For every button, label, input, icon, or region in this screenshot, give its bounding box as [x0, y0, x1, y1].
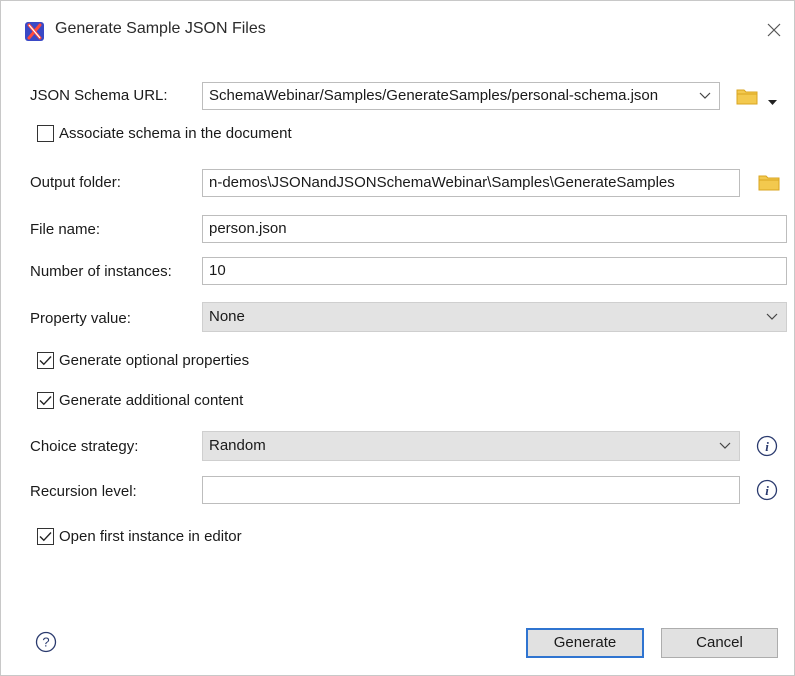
choice-strategy-info-icon[interactable]: i — [756, 435, 778, 457]
choice-strategy-selected: Random — [209, 437, 266, 454]
svg-text:i: i — [765, 483, 769, 498]
instances-value: 10 — [209, 262, 226, 279]
checkbox-box — [37, 392, 54, 409]
file-name-label: File name: — [30, 221, 101, 238]
output-folder-label: Output folder: — [30, 174, 121, 191]
browse-options-arrow-icon[interactable] — [768, 93, 777, 110]
browse-output-folder-icon[interactable] — [758, 173, 780, 191]
open-first-instance-label: Open first instance in editor — [59, 528, 242, 545]
browse-schema-folder-icon[interactable] — [736, 87, 758, 105]
svg-text:?: ? — [42, 635, 49, 650]
generate-additional-label: Generate additional content — [59, 392, 244, 409]
property-value-select[interactable]: None — [202, 302, 787, 332]
open-first-instance-checkbox[interactable]: Open first instance in editor — [37, 528, 242, 545]
schema-url-combo[interactable]: SchemaWebinar/Samples/GenerateSamples/pe… — [202, 82, 720, 110]
generate-additional-checkbox[interactable]: Generate additional content — [37, 392, 243, 409]
recursion-level-label: Recursion level: — [30, 483, 137, 500]
associate-schema-label: Associate schema in the document — [59, 125, 292, 142]
property-value-selected: None — [209, 308, 245, 325]
recursion-level-input[interactable] — [202, 476, 740, 504]
schema-url-value: SchemaWebinar/Samples/GenerateSamples/pe… — [209, 87, 659, 104]
chevron-down-icon — [719, 432, 731, 460]
window-title: Generate Sample JSON Files — [55, 20, 266, 37]
instances-label: Number of instances: — [30, 263, 172, 280]
associate-schema-checkbox[interactable]: Associate schema in the document — [37, 125, 292, 142]
generate-sample-json-dialog: Generate Sample JSON Files JSON Schema U… — [0, 0, 795, 676]
checkmark-icon — [39, 356, 52, 366]
recursion-level-info-icon[interactable]: i — [756, 479, 778, 501]
chevron-down-icon — [699, 83, 711, 109]
chevron-down-icon — [766, 303, 778, 331]
help-icon[interactable]: ? — [35, 631, 57, 653]
output-folder-input[interactable]: n-demos\JSONandJSONSchemaWebinar\Samples… — [202, 169, 740, 197]
output-folder-value: n-demos\JSONandJSONSchemaWebinar\Samples… — [209, 174, 675, 191]
svg-text:i: i — [765, 439, 769, 454]
oxygen-app-icon — [25, 22, 44, 41]
cancel-button[interactable]: Cancel — [661, 628, 778, 658]
generate-optional-label: Generate optional properties — [59, 352, 250, 369]
generate-optional-checkbox[interactable]: Generate optional properties — [37, 352, 249, 369]
close-icon[interactable] — [759, 15, 789, 45]
choice-strategy-select[interactable]: Random — [202, 431, 740, 461]
checkbox-box — [37, 352, 54, 369]
instances-input[interactable]: 10 — [202, 257, 787, 285]
property-value-label: Property value: — [30, 310, 131, 327]
checkbox-box — [37, 125, 54, 142]
file-name-input[interactable]: person.json — [202, 215, 787, 243]
checkmark-icon — [39, 396, 52, 406]
file-name-value: person.json — [209, 220, 287, 237]
title-bar: Generate Sample JSON Files — [1, 1, 794, 61]
checkmark-icon — [39, 532, 52, 542]
choice-strategy-label: Choice strategy: — [30, 438, 139, 455]
checkbox-box — [37, 528, 54, 545]
schema-url-label: JSON Schema URL: — [30, 87, 168, 104]
generate-button[interactable]: Generate — [526, 628, 644, 658]
